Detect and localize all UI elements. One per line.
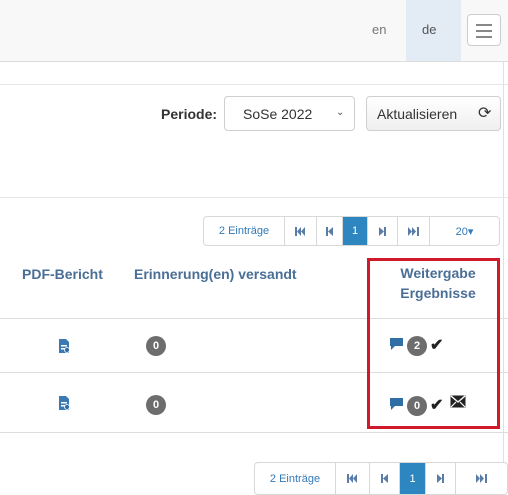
- highlight-box: [367, 258, 500, 429]
- hamburger-icon: [476, 24, 492, 26]
- last-page-button[interactable]: [397, 217, 429, 245]
- first-page-button[interactable]: [335, 463, 369, 494]
- pagination-bottom: 2 Einträge 1: [254, 462, 508, 495]
- refresh-icon: ⟳: [478, 105, 492, 122]
- prev-page-icon: [381, 474, 388, 483]
- divider: [0, 432, 508, 433]
- entries-count: 2 Einträge: [269, 472, 321, 485]
- pdf-report-icon[interactable]: [58, 339, 70, 356]
- lang-en-link[interactable]: en: [372, 22, 386, 37]
- first-page-icon: [295, 226, 305, 236]
- next-page-icon: [437, 474, 444, 483]
- last-page-icon: [408, 226, 419, 236]
- chevron-down-icon: ⌄: [336, 107, 345, 118]
- last-page-button[interactable]: [455, 463, 507, 494]
- pdf-report-icon[interactable]: [58, 396, 70, 413]
- current-page-button[interactable]: 1: [399, 463, 425, 494]
- reminder-count-badge: 0: [146, 395, 166, 415]
- pagination-top: 2 Einträge 1 20▾: [203, 216, 500, 246]
- next-page-button[interactable]: [425, 463, 455, 494]
- column-header-reminders[interactable]: Erinnerung(en) versandt: [134, 266, 297, 282]
- lang-de-link[interactable]: de: [422, 22, 436, 37]
- content-border: [503, 62, 504, 495]
- divider: [0, 197, 508, 198]
- entries-count: 2 Einträge: [218, 225, 270, 237]
- prev-page-button[interactable]: [369, 463, 399, 494]
- period-label: Periode:: [161, 106, 218, 122]
- current-page-button[interactable]: 1: [342, 217, 367, 245]
- refresh-button-label: Aktualisieren: [377, 106, 458, 122]
- reminder-count-badge: 0: [146, 336, 166, 356]
- last-page-icon: [476, 474, 487, 483]
- period-select-value: SoSe 2022: [243, 106, 313, 122]
- column-header-pdf[interactable]: PDF-Bericht: [22, 266, 103, 282]
- first-page-button[interactable]: [284, 217, 316, 245]
- prev-page-icon: [326, 226, 333, 236]
- page-size-dropdown[interactable]: 20▾: [429, 217, 499, 245]
- divider: [0, 84, 508, 85]
- next-page-button[interactable]: [367, 217, 397, 245]
- first-page-icon: [347, 474, 357, 483]
- menu-toggle-button[interactable]: [467, 14, 501, 46]
- prev-page-button[interactable]: [316, 217, 342, 245]
- next-page-icon: [379, 226, 386, 236]
